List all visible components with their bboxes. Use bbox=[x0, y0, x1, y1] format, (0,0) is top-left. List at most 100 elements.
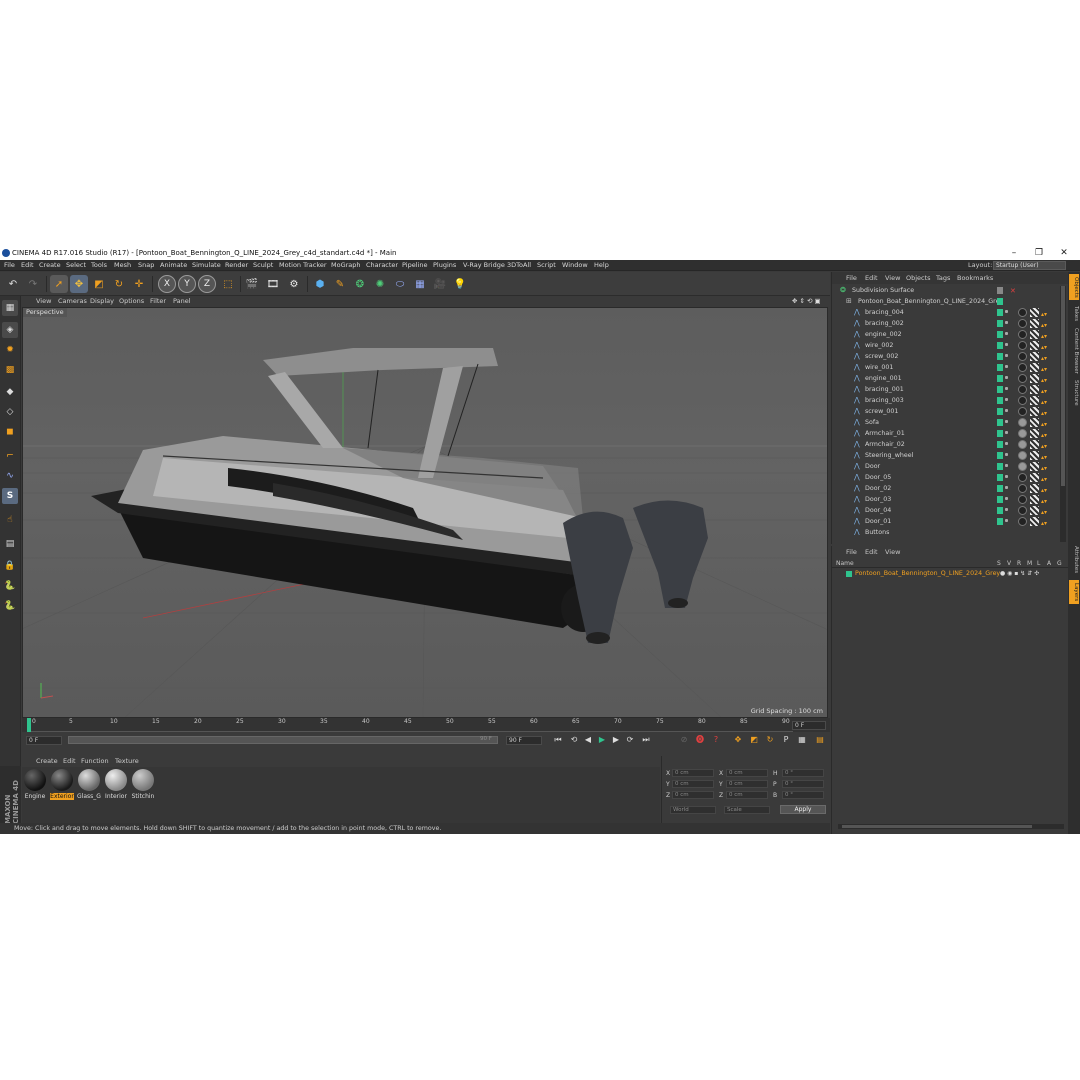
layermgr-menu-edit[interactable]: Edit bbox=[865, 548, 878, 556]
perspective-viewport[interactable]: Perspective Grid Spacing: 100 cm bbox=[22, 307, 828, 718]
render-dot[interactable] bbox=[1005, 365, 1008, 368]
timeline-playhead[interactable] bbox=[27, 718, 31, 732]
render-settings-icon[interactable]: ⚙ bbox=[285, 275, 303, 293]
tree-row-object[interactable]: ⋀ Door_05 ▴▾ bbox=[832, 472, 1058, 483]
coord-scale-select[interactable]: Scale bbox=[724, 806, 770, 814]
visibility-toggle[interactable] bbox=[997, 364, 1003, 371]
menu-edit[interactable]: Edit bbox=[21, 261, 34, 269]
visibility-toggle[interactable] bbox=[997, 320, 1003, 327]
objmgr-menu-objects[interactable]: Objects bbox=[906, 274, 931, 282]
tab-attributes[interactable]: Attributes bbox=[1069, 544, 1079, 576]
tree-row-object[interactable]: ⋀ Armchair_01 ▴▾ bbox=[832, 428, 1058, 439]
material-tag-icon[interactable] bbox=[1018, 418, 1027, 427]
texture-tag-icon[interactable] bbox=[1030, 429, 1039, 438]
render-dot[interactable] bbox=[1005, 343, 1008, 346]
tree-row-object[interactable]: ⋀ engine_001 ▴▾ bbox=[832, 373, 1058, 384]
end-frame-field[interactable]: 90 F bbox=[506, 736, 542, 745]
viewport-navigation-icons[interactable]: ✥ ⇕ ⟲ ▣ bbox=[792, 297, 821, 305]
timeline-window-icon[interactable]: ▤ bbox=[814, 734, 826, 746]
snap-toggle-icon[interactable]: S bbox=[2, 488, 18, 504]
size-x-field[interactable]: 0 cm bbox=[726, 769, 768, 777]
workplane-mode-icon[interactable]: ▩ bbox=[2, 362, 18, 378]
texture-tag-icon[interactable] bbox=[1030, 374, 1039, 383]
texture-tag-icon[interactable] bbox=[1030, 407, 1039, 416]
material-tag-icon[interactable] bbox=[1018, 451, 1027, 460]
texture-tag-icon[interactable] bbox=[1030, 451, 1039, 460]
tab-layers[interactable]: Layers bbox=[1069, 580, 1079, 604]
object-manager-scrollbar[interactable] bbox=[1060, 286, 1066, 542]
pen-spline-icon[interactable]: ✎ bbox=[331, 275, 349, 293]
record-active-icon[interactable]: ⓿ bbox=[694, 734, 706, 746]
visibility-toggle[interactable] bbox=[997, 331, 1003, 338]
viewport-menu-options[interactable]: Options bbox=[119, 297, 144, 305]
visibility-toggle[interactable] bbox=[997, 309, 1003, 316]
menu-snap[interactable]: Snap bbox=[138, 261, 154, 269]
maximize-button[interactable]: ❐ bbox=[1027, 246, 1051, 260]
material-menu-texture[interactable]: Texture bbox=[115, 757, 139, 765]
tree-row-object[interactable]: ⋀ Door_04 ▴▾ bbox=[832, 505, 1058, 516]
visibility-toggle[interactable] bbox=[997, 408, 1003, 415]
texture-tag-icon[interactable] bbox=[1030, 440, 1039, 449]
viewport-menu-display[interactable]: Display bbox=[90, 297, 114, 305]
key-parameter-icon[interactable]: P bbox=[780, 734, 792, 746]
polygons-mode-icon[interactable]: ◼ bbox=[2, 424, 18, 440]
material-tag-icon[interactable] bbox=[1018, 506, 1027, 515]
tree-row-object[interactable]: ⋀ engine_002 ▴▾ bbox=[832, 329, 1058, 340]
layermgr-menu-view[interactable]: View bbox=[885, 548, 900, 556]
undo-icon[interactable]: ↶ bbox=[4, 275, 22, 293]
visibility-toggle[interactable] bbox=[997, 485, 1003, 492]
tree-row-group[interactable]: ⊞ Pontoon_Boat_Bennington_Q_LINE_2024_Gr… bbox=[832, 296, 1058, 307]
z-axis-lock-icon[interactable]: Z bbox=[198, 275, 216, 293]
move-tool-icon[interactable]: ✥ bbox=[70, 275, 88, 293]
tree-row-object[interactable]: ⋀ Armchair_02 ▴▾ bbox=[832, 439, 1058, 450]
objmgr-menu-tags[interactable]: Tags bbox=[936, 274, 950, 282]
texture-tag-icon[interactable] bbox=[1030, 385, 1039, 394]
next-frame-icon[interactable]: ▶ bbox=[610, 734, 622, 746]
texture-tag-icon[interactable] bbox=[1030, 330, 1039, 339]
go-to-end-icon[interactable]: ⏭ bbox=[640, 734, 652, 746]
coord-mode-select[interactable]: World bbox=[670, 806, 716, 814]
render-view-icon[interactable]: 🎬 bbox=[243, 275, 261, 293]
current-frame-field[interactable]: 0 F bbox=[792, 721, 826, 730]
key-pla-icon[interactable]: ▦ bbox=[796, 734, 808, 746]
axis-mode-icon[interactable]: ⌐ bbox=[2, 448, 18, 464]
menu-tools[interactable]: Tools bbox=[91, 261, 107, 269]
camera-icon[interactable]: 🎥 bbox=[431, 275, 449, 293]
material-item[interactable]: Interior bbox=[104, 769, 128, 800]
texture-tag-icon[interactable] bbox=[1030, 473, 1039, 482]
render-dot[interactable] bbox=[1005, 475, 1008, 478]
tab-objects[interactable]: Objects bbox=[1069, 274, 1079, 300]
tab-takes[interactable]: Takes bbox=[1069, 304, 1079, 324]
menu-pipeline[interactable]: Pipeline bbox=[402, 261, 427, 269]
material-item-selected[interactable]: Exterior bbox=[50, 769, 74, 800]
menu-plugins[interactable]: Plugins bbox=[433, 261, 456, 269]
visibility-toggle[interactable] bbox=[997, 452, 1003, 459]
render-dot[interactable] bbox=[1005, 398, 1008, 401]
menu-help[interactable]: Help bbox=[594, 261, 609, 269]
texture-tag-icon[interactable] bbox=[1030, 341, 1039, 350]
layer-flags-icons[interactable]: ● ◉ ▪ ↯ ⇵ ✣ bbox=[1000, 570, 1039, 577]
texture-tag-icon[interactable] bbox=[1030, 517, 1039, 526]
visibility-toggle[interactable] bbox=[997, 518, 1003, 525]
texture-tag-icon[interactable] bbox=[1030, 319, 1039, 328]
key-rotation-icon[interactable]: ↻ bbox=[764, 734, 776, 746]
tree-row-object[interactable]: ⋀ wire_002 ▴▾ bbox=[832, 340, 1058, 351]
size-z-field[interactable]: 0 cm bbox=[726, 791, 768, 799]
visibility-toggle[interactable] bbox=[997, 342, 1003, 349]
visibility-toggle[interactable] bbox=[997, 463, 1003, 470]
layer-row[interactable]: Pontoon_Boat_Bennington_Q_LINE_2024_Grey… bbox=[832, 569, 1062, 579]
material-tag-icon[interactable] bbox=[1018, 396, 1027, 405]
render-dot[interactable] bbox=[1005, 464, 1008, 467]
cloner-icon[interactable]: ✺ bbox=[371, 275, 389, 293]
tree-row-subdivision-surface[interactable]: ❂ Subdivision Surface ✕ bbox=[832, 285, 1058, 296]
record-keys-icon[interactable]: ⊘ bbox=[678, 734, 690, 746]
coordinate-system-icon[interactable]: ⬚ bbox=[219, 275, 237, 293]
render-dot[interactable] bbox=[1005, 420, 1008, 423]
autokey-icon[interactable]: ? bbox=[710, 734, 722, 746]
objmgr-menu-view[interactable]: View bbox=[885, 274, 900, 282]
render-dot[interactable] bbox=[1005, 431, 1008, 434]
render-dot[interactable] bbox=[1005, 376, 1008, 379]
tree-row-object[interactable]: ⋀ Buttons bbox=[832, 527, 1058, 536]
make-editable-icon[interactable]: ▦ bbox=[2, 300, 18, 316]
texture-tag-icon[interactable] bbox=[1030, 506, 1039, 515]
